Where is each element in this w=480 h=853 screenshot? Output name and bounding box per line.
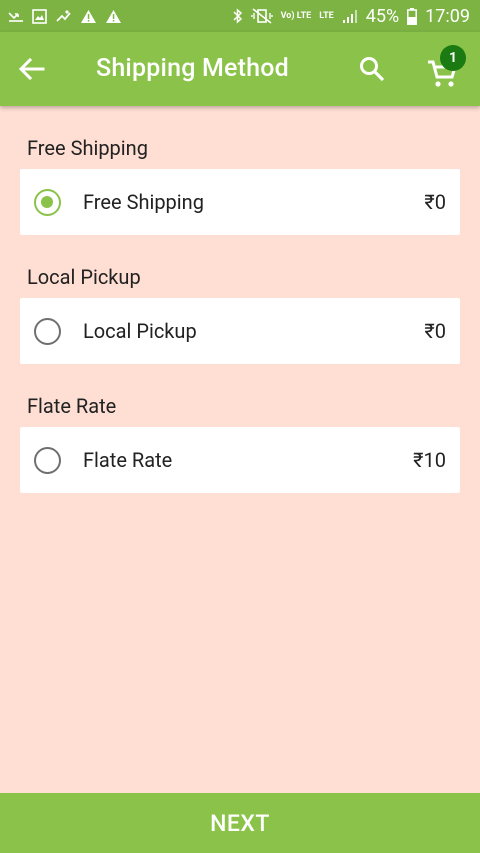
bluetooth-icon — [233, 8, 243, 24]
search-icon — [360, 57, 385, 82]
battery-percent: 45% — [365, 5, 400, 27]
weather-icon — [55, 9, 72, 24]
option-price: ₹10 — [413, 448, 446, 472]
search-button[interactable] — [356, 53, 388, 85]
arrow-left-icon — [19, 58, 45, 80]
radio-button[interactable] — [34, 447, 61, 474]
mute-vibrate-icon — [250, 8, 273, 24]
missed-call-icon — [8, 10, 24, 22]
status-left-icons — [8, 8, 122, 24]
signal-icon — [342, 9, 358, 24]
option-price: ₹0 — [424, 319, 446, 343]
shipping-option-local-pickup[interactable]: Local Pickup ₹0 — [20, 298, 460, 364]
back-button[interactable] — [18, 55, 46, 83]
section-heading-local-pickup: Local Pickup — [27, 265, 141, 289]
radio-button[interactable] — [34, 318, 61, 345]
status-right-icons: Vo) LTE LTE 45% 17:09 — [233, 6, 470, 27]
lte-indicator: LTE — [319, 10, 334, 21]
option-label: Local Pickup — [83, 319, 197, 343]
warning-icon — [80, 9, 97, 24]
option-label: Flate Rate — [83, 448, 173, 472]
cart-count-badge: 1 — [440, 45, 466, 71]
option-price: ₹0 — [424, 190, 446, 214]
option-label: Free Shipping — [83, 190, 204, 214]
volte-indicator: Vo) LTE — [280, 10, 312, 21]
gallery-icon — [32, 8, 47, 24]
app-bar: Shipping Method 1 — [0, 32, 480, 106]
shipping-option-flate-rate[interactable]: Flate Rate ₹10 — [20, 427, 460, 493]
radio-button-selected[interactable] — [34, 189, 61, 216]
section-heading-flate-rate: Flate Rate — [27, 394, 117, 418]
battery-icon — [407, 7, 418, 25]
next-button[interactable]: NEXT — [0, 793, 480, 853]
shipping-option-free-shipping[interactable]: Free Shipping ₹0 — [20, 169, 460, 235]
warning-icon — [105, 9, 122, 24]
clock: 17:09 — [425, 5, 470, 27]
page-title: Shipping Method — [96, 54, 289, 83]
section-heading-free-shipping: Free Shipping — [27, 136, 148, 160]
status-bar: Vo) LTE LTE 45% 17:09 — [0, 0, 480, 32]
